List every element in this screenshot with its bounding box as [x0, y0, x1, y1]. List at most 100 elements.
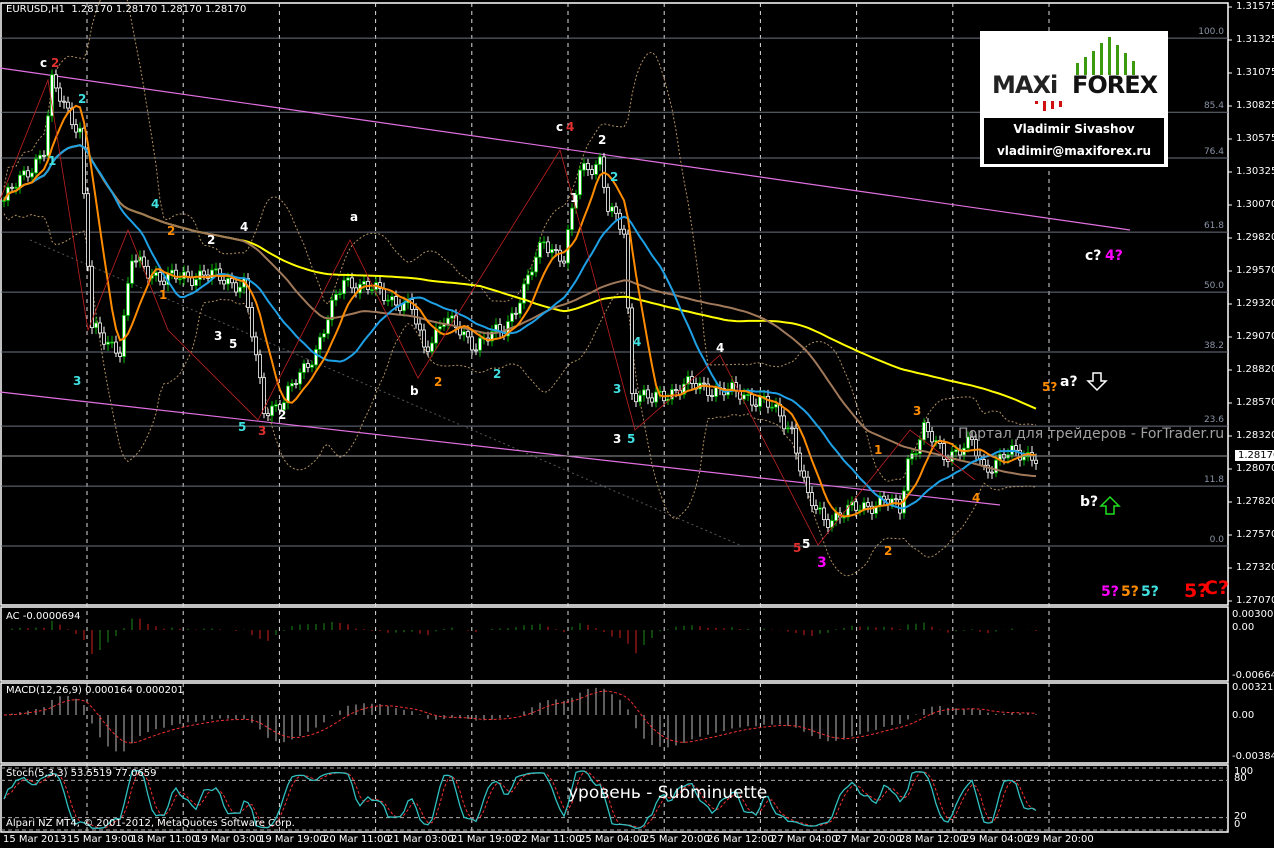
- candle: [610, 202, 614, 217]
- candle: [778, 397, 782, 423]
- candle: [510, 307, 514, 329]
- candle-body: [618, 212, 622, 230]
- candle: [250, 302, 254, 342]
- candle-body: [154, 272, 158, 277]
- candle-body: [270, 405, 274, 416]
- candle: [446, 311, 450, 331]
- candle: [294, 379, 298, 389]
- candle: [42, 150, 46, 162]
- arrow-up-icon: [1099, 495, 1121, 515]
- candle-body: [14, 186, 18, 189]
- candle-body: [62, 100, 66, 103]
- y-tick-label: 1.31075: [1236, 67, 1274, 78]
- candle-body: [930, 431, 934, 443]
- candle: [382, 282, 386, 305]
- candle-body: [362, 281, 366, 285]
- candle: [814, 499, 818, 515]
- x-tick-label: 27 Mar 04:00: [771, 834, 838, 845]
- stoch-tick-80: 80: [1234, 773, 1247, 784]
- candle-body: [106, 341, 110, 345]
- candle-body: [450, 315, 454, 319]
- wave-label: 1: [874, 443, 883, 457]
- channel-upper-line: [0, 67, 1131, 231]
- fib-level-label: 0.0: [1209, 534, 1224, 545]
- y-tick-label: 1.29320: [1236, 298, 1274, 309]
- wave-label: 5: [793, 541, 802, 555]
- candle-body: [826, 519, 830, 528]
- wave-label: 1: [570, 191, 579, 205]
- candle: [586, 158, 590, 177]
- candle-body: [342, 279, 346, 295]
- candle-body: [742, 394, 746, 400]
- x-tick-label: 28 Mar 12:00: [899, 834, 966, 845]
- candle-body: [650, 397, 654, 403]
- candle-body: [34, 158, 38, 174]
- wave-label: 4: [716, 341, 725, 355]
- panel-border-2: [0, 682, 1229, 764]
- candle: [498, 318, 502, 338]
- candle-body: [118, 352, 122, 357]
- wave-label: 2: [278, 408, 287, 422]
- candle-body: [622, 228, 626, 235]
- candle: [70, 102, 74, 130]
- wave-label: 2: [434, 375, 443, 389]
- candle: [210, 263, 214, 285]
- candle: [306, 359, 310, 373]
- candle-body: [730, 382, 734, 390]
- wave-zigzag-line: [0, 78, 976, 546]
- candle: [474, 343, 478, 356]
- wave-label: 5: [238, 420, 247, 434]
- candle-body: [754, 404, 758, 407]
- candle: [622, 224, 626, 239]
- candle: [514, 307, 518, 320]
- y-tick-label: 1.28070: [1236, 463, 1274, 474]
- candle: [546, 236, 550, 258]
- wave-label: 2: [493, 367, 502, 381]
- candle-body: [974, 439, 978, 457]
- candle-body: [590, 169, 594, 175]
- candle: [330, 295, 334, 327]
- candle: [238, 281, 242, 299]
- candle: [38, 150, 42, 164]
- candle: [78, 122, 82, 139]
- wave-label: 4: [633, 335, 642, 349]
- candle: [302, 359, 306, 379]
- candle: [526, 269, 530, 291]
- wave-label: 3: [73, 374, 82, 388]
- candle-body: [46, 115, 50, 157]
- candle: [214, 262, 218, 277]
- candle-body: [330, 299, 334, 321]
- candle-body: [194, 279, 198, 286]
- candle-body: [310, 364, 314, 368]
- wave-label: 2: [51, 56, 60, 70]
- candle: [606, 183, 610, 216]
- candle: [550, 244, 554, 259]
- logo-brand-left: MAXi: [992, 71, 1058, 99]
- x-tick-label: 25 Mar 04:00: [579, 834, 646, 845]
- macd-signal-line: [3, 690, 1037, 744]
- candle: [702, 376, 706, 391]
- candle-body: [642, 389, 646, 396]
- candle-body: [586, 162, 590, 170]
- wave-label: 5?: [1101, 584, 1119, 600]
- wave-label: 5?: [1121, 584, 1139, 600]
- candle: [790, 421, 794, 435]
- candle-body: [10, 186, 14, 189]
- candle: [470, 330, 474, 356]
- candle: [186, 265, 190, 283]
- candle-body: [182, 271, 186, 280]
- arrow-down-icon: [1086, 372, 1108, 392]
- candle-body: [298, 372, 302, 385]
- candle-body: [294, 383, 298, 385]
- candle-body: [418, 323, 422, 331]
- wave-label: 4: [566, 120, 575, 134]
- candle: [646, 384, 650, 405]
- y-tick-label: 1.27820: [1236, 496, 1274, 507]
- candle-body: [306, 363, 310, 368]
- candle: [874, 501, 878, 519]
- wave-label: 1: [159, 288, 168, 302]
- y-tick-label: 1.28570: [1236, 397, 1274, 408]
- candle: [178, 272, 182, 285]
- candle-body: [758, 396, 762, 407]
- macd-label: MACD(12,26,9) 0.000164 0.000201: [6, 685, 184, 696]
